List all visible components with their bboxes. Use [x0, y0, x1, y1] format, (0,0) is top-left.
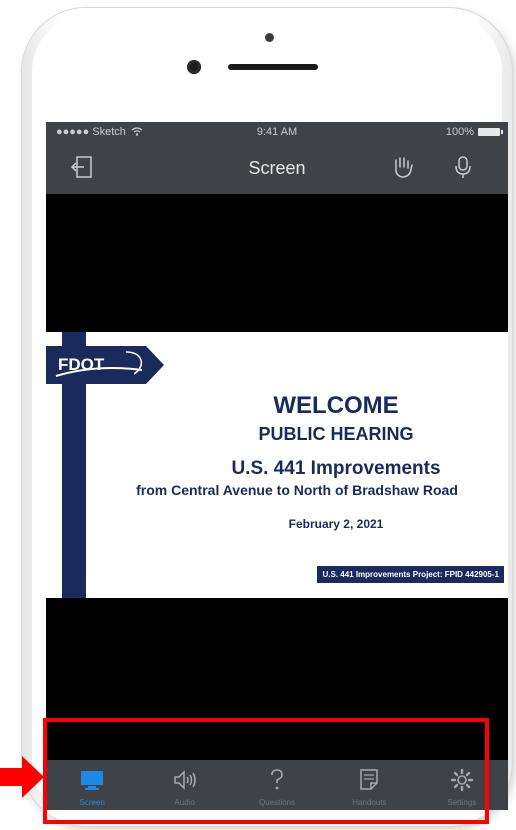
fdot-logo-text: FDOT: [58, 355, 105, 374]
fdot-logo: FDOT: [46, 346, 164, 384]
microphone-icon[interactable]: [450, 154, 476, 180]
raise-hand-icon[interactable]: [390, 154, 416, 180]
screen-title: Screen: [248, 158, 306, 178]
tab-bar-highlight-box: [43, 718, 489, 824]
slide-welcome-heading: WELCOME: [273, 392, 399, 419]
slide-date: February 2, 2021: [288, 517, 384, 531]
battery-percent: 100%: [445, 126, 474, 138]
presentation-slide: FDOT WELCOME PUBLIC HEARING U.S. 441 Imp…: [46, 332, 508, 598]
pointer-arrow-icon: [0, 756, 44, 798]
slide-project-limits: from Central Avenue to North of Bradshaw…: [136, 482, 458, 498]
front-camera: [187, 60, 201, 74]
proximity-sensor: [265, 33, 274, 42]
clock: 9:41 AM: [256, 126, 298, 138]
battery-icon: [478, 128, 503, 136]
slide-footer-badge: U.S. 441 Improvements Project: FPID 4429…: [317, 566, 504, 583]
slide-project-name: U.S. 441 Improvements: [231, 458, 441, 479]
navigation-bar: Screen: [46, 142, 508, 194]
earpiece-speaker: [228, 64, 318, 70]
phone-screen: ●●●●● Sketch 9:41 AM 100% Screen FDOT WE…: [46, 122, 508, 810]
slide-public-hearing-heading: PUBLIC HEARING: [258, 424, 414, 444]
presentation-viewer: FDOT WELCOME PUBLIC HEARING U.S. 441 Imp…: [46, 194, 508, 760]
battery-status: 100%: [445, 126, 503, 138]
status-bar: ●●●●● Sketch 9:41 AM 100%: [46, 122, 508, 142]
